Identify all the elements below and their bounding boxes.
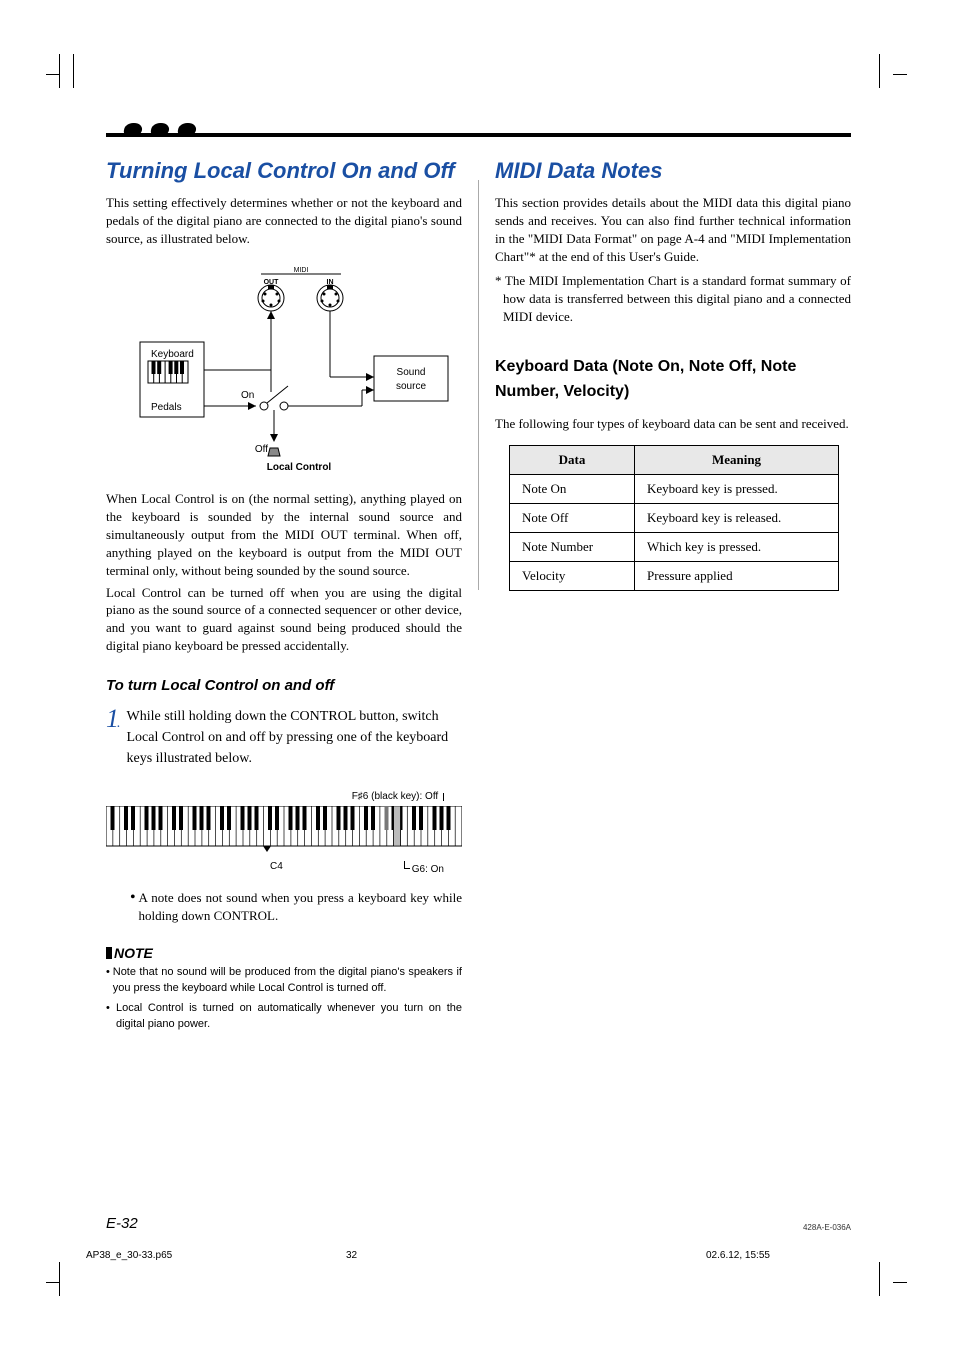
bullet-note: • A note does not sound when you press a… bbox=[130, 889, 462, 925]
doc-id: 428A-E-036A bbox=[803, 1223, 851, 1232]
note-heading: NOTE bbox=[106, 945, 462, 961]
table-row: Note OnKeyboard key is pressed. bbox=[510, 474, 839, 503]
section-heading-midi-data-notes: MIDI Data Notes bbox=[495, 158, 851, 184]
paragraph: The following four types of keyboard dat… bbox=[495, 415, 851, 433]
svg-text:source: source bbox=[396, 381, 426, 392]
svg-text:Keyboard: Keyboard bbox=[151, 349, 194, 360]
section-heading-local-control: Turning Local Control On and Off bbox=[106, 158, 462, 184]
note-item: •Local Control is turned on automaticall… bbox=[106, 1001, 462, 1033]
paragraph: When Local Control is on (the normal set… bbox=[106, 490, 462, 580]
page-number: E-32 bbox=[106, 1215, 138, 1232]
subheading-keyboard-data: Keyboard Data (Note On, Note Off, Note N… bbox=[495, 354, 851, 405]
keyboard-diagram: F♯6 (black key): Off bbox=[106, 791, 462, 875]
svg-text:Local Control: Local Control bbox=[267, 462, 332, 473]
svg-text:On: On bbox=[241, 390, 254, 401]
table-header-meaning: Meaning bbox=[635, 445, 839, 474]
table-row: Note OffKeyboard key is released. bbox=[510, 503, 839, 532]
key-off-label: F♯6 (black key): Off bbox=[352, 791, 439, 802]
header-rule bbox=[106, 121, 851, 137]
paragraph: This section provides details about the … bbox=[495, 194, 851, 266]
key-g6-label: G6: On bbox=[412, 864, 444, 875]
step-number: 1. bbox=[106, 706, 127, 732]
paragraph: This setting effectively determines whet… bbox=[106, 194, 462, 248]
footnote: * The MIDI Implementation Chart is a sta… bbox=[495, 272, 851, 326]
svg-text:Sound: Sound bbox=[397, 367, 426, 378]
table-header-data: Data bbox=[510, 445, 635, 474]
step-text: While still holding down the CONTROL but… bbox=[127, 706, 463, 769]
subheading-to-turn-local-control: To turn Local Control on and off bbox=[106, 677, 462, 694]
source-footer: AP38_e_30-33.p65 32 02.6.12, 15:55 bbox=[86, 1250, 866, 1261]
table-row: VelocityPressure applied bbox=[510, 561, 839, 590]
table-row: Note NumberWhich key is pressed. bbox=[510, 532, 839, 561]
note-item: •Note that no sound will be produced fro… bbox=[106, 965, 462, 997]
svg-text:Pedals: Pedals bbox=[151, 402, 182, 413]
midi-label: MIDI bbox=[294, 267, 309, 274]
local-control-diagram: MIDI OUT IN bbox=[116, 262, 452, 480]
svg-text:Off: Off bbox=[255, 444, 268, 455]
midi-data-table: Data Meaning Note OnKeyboard key is pres… bbox=[509, 445, 839, 591]
paragraph: Local Control can be turned off when you… bbox=[106, 584, 462, 656]
key-c4-label: C4 bbox=[270, 861, 283, 875]
step-1: 1. While still holding down the CONTROL … bbox=[106, 706, 462, 769]
